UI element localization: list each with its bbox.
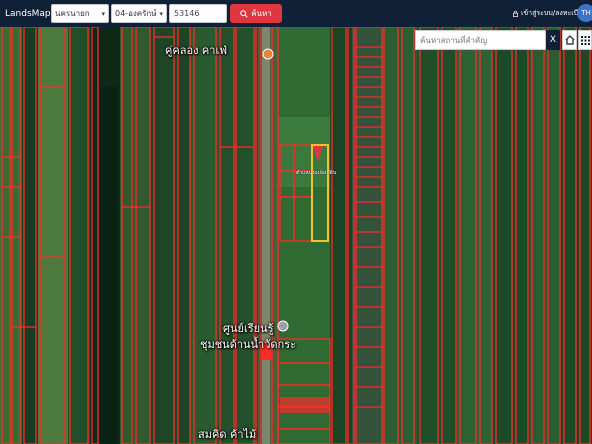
learning-center-label-line2: ชุมชนด้านน้ำวัดกระ [200, 338, 297, 351]
cafe-label: คู่คลอง คาเฟ่ [165, 44, 228, 57]
top-navbar: LandsMaps นครนายก ▾ 04-องครักษ์ ▾ 53146 … [0, 0, 592, 27]
place-search-placeholder: ค้นหาสถานที่สำคัญ [420, 35, 488, 45]
parcel-number-value: 53146 [174, 9, 200, 18]
parcel-tag-label: ตำแหน่งแปลงที่ดิน [296, 170, 337, 176]
parcel-number-input[interactable]: 53146 [169, 4, 227, 23]
province-value: นครนายก [55, 9, 90, 18]
grid-icon [580, 35, 590, 45]
clear-search-button[interactable]: X [546, 30, 560, 50]
search-button[interactable]: ค้นหา [230, 4, 282, 23]
map-view[interactable]: คู่คลอง คาเฟ่ ตำแหน่งแปลงที่ดิน ศูนย์เรี… [0, 27, 592, 444]
search-icon [240, 9, 248, 18]
chevron-down-icon: ▾ [101, 9, 105, 18]
search-button-label: ค้นหา [251, 9, 272, 18]
app-logo[interactable]: LandsMaps [3, 8, 55, 19]
clear-label: X [549, 35, 557, 45]
language-badge[interactable]: TH [577, 4, 592, 22]
district-value: 04-องครักษ์ [115, 9, 157, 18]
province-select[interactable]: นครนายก ▾ [51, 4, 109, 23]
poi-icon[interactable] [277, 320, 289, 332]
grid-menu-button[interactable] [578, 30, 592, 50]
home-icon [565, 35, 574, 45]
chevron-down-icon: ▾ [159, 9, 163, 18]
home-button[interactable] [562, 30, 577, 50]
store-label: สมคิด ค้าไม้ [198, 428, 257, 441]
logo-text: LandsMaps [5, 8, 56, 19]
lock-icon [513, 10, 518, 17]
language-label: TH [581, 9, 591, 17]
cafe-icon[interactable] [262, 48, 274, 60]
place-search-input[interactable]: ค้นหาสถานที่สำคัญ [415, 30, 546, 50]
login-link[interactable]: เข้าสู่ระบบ/ลงทะเบียน [512, 8, 587, 19]
district-select[interactable]: 04-องครักษ์ ▾ [111, 4, 167, 23]
satellite-map[interactable] [0, 27, 592, 444]
